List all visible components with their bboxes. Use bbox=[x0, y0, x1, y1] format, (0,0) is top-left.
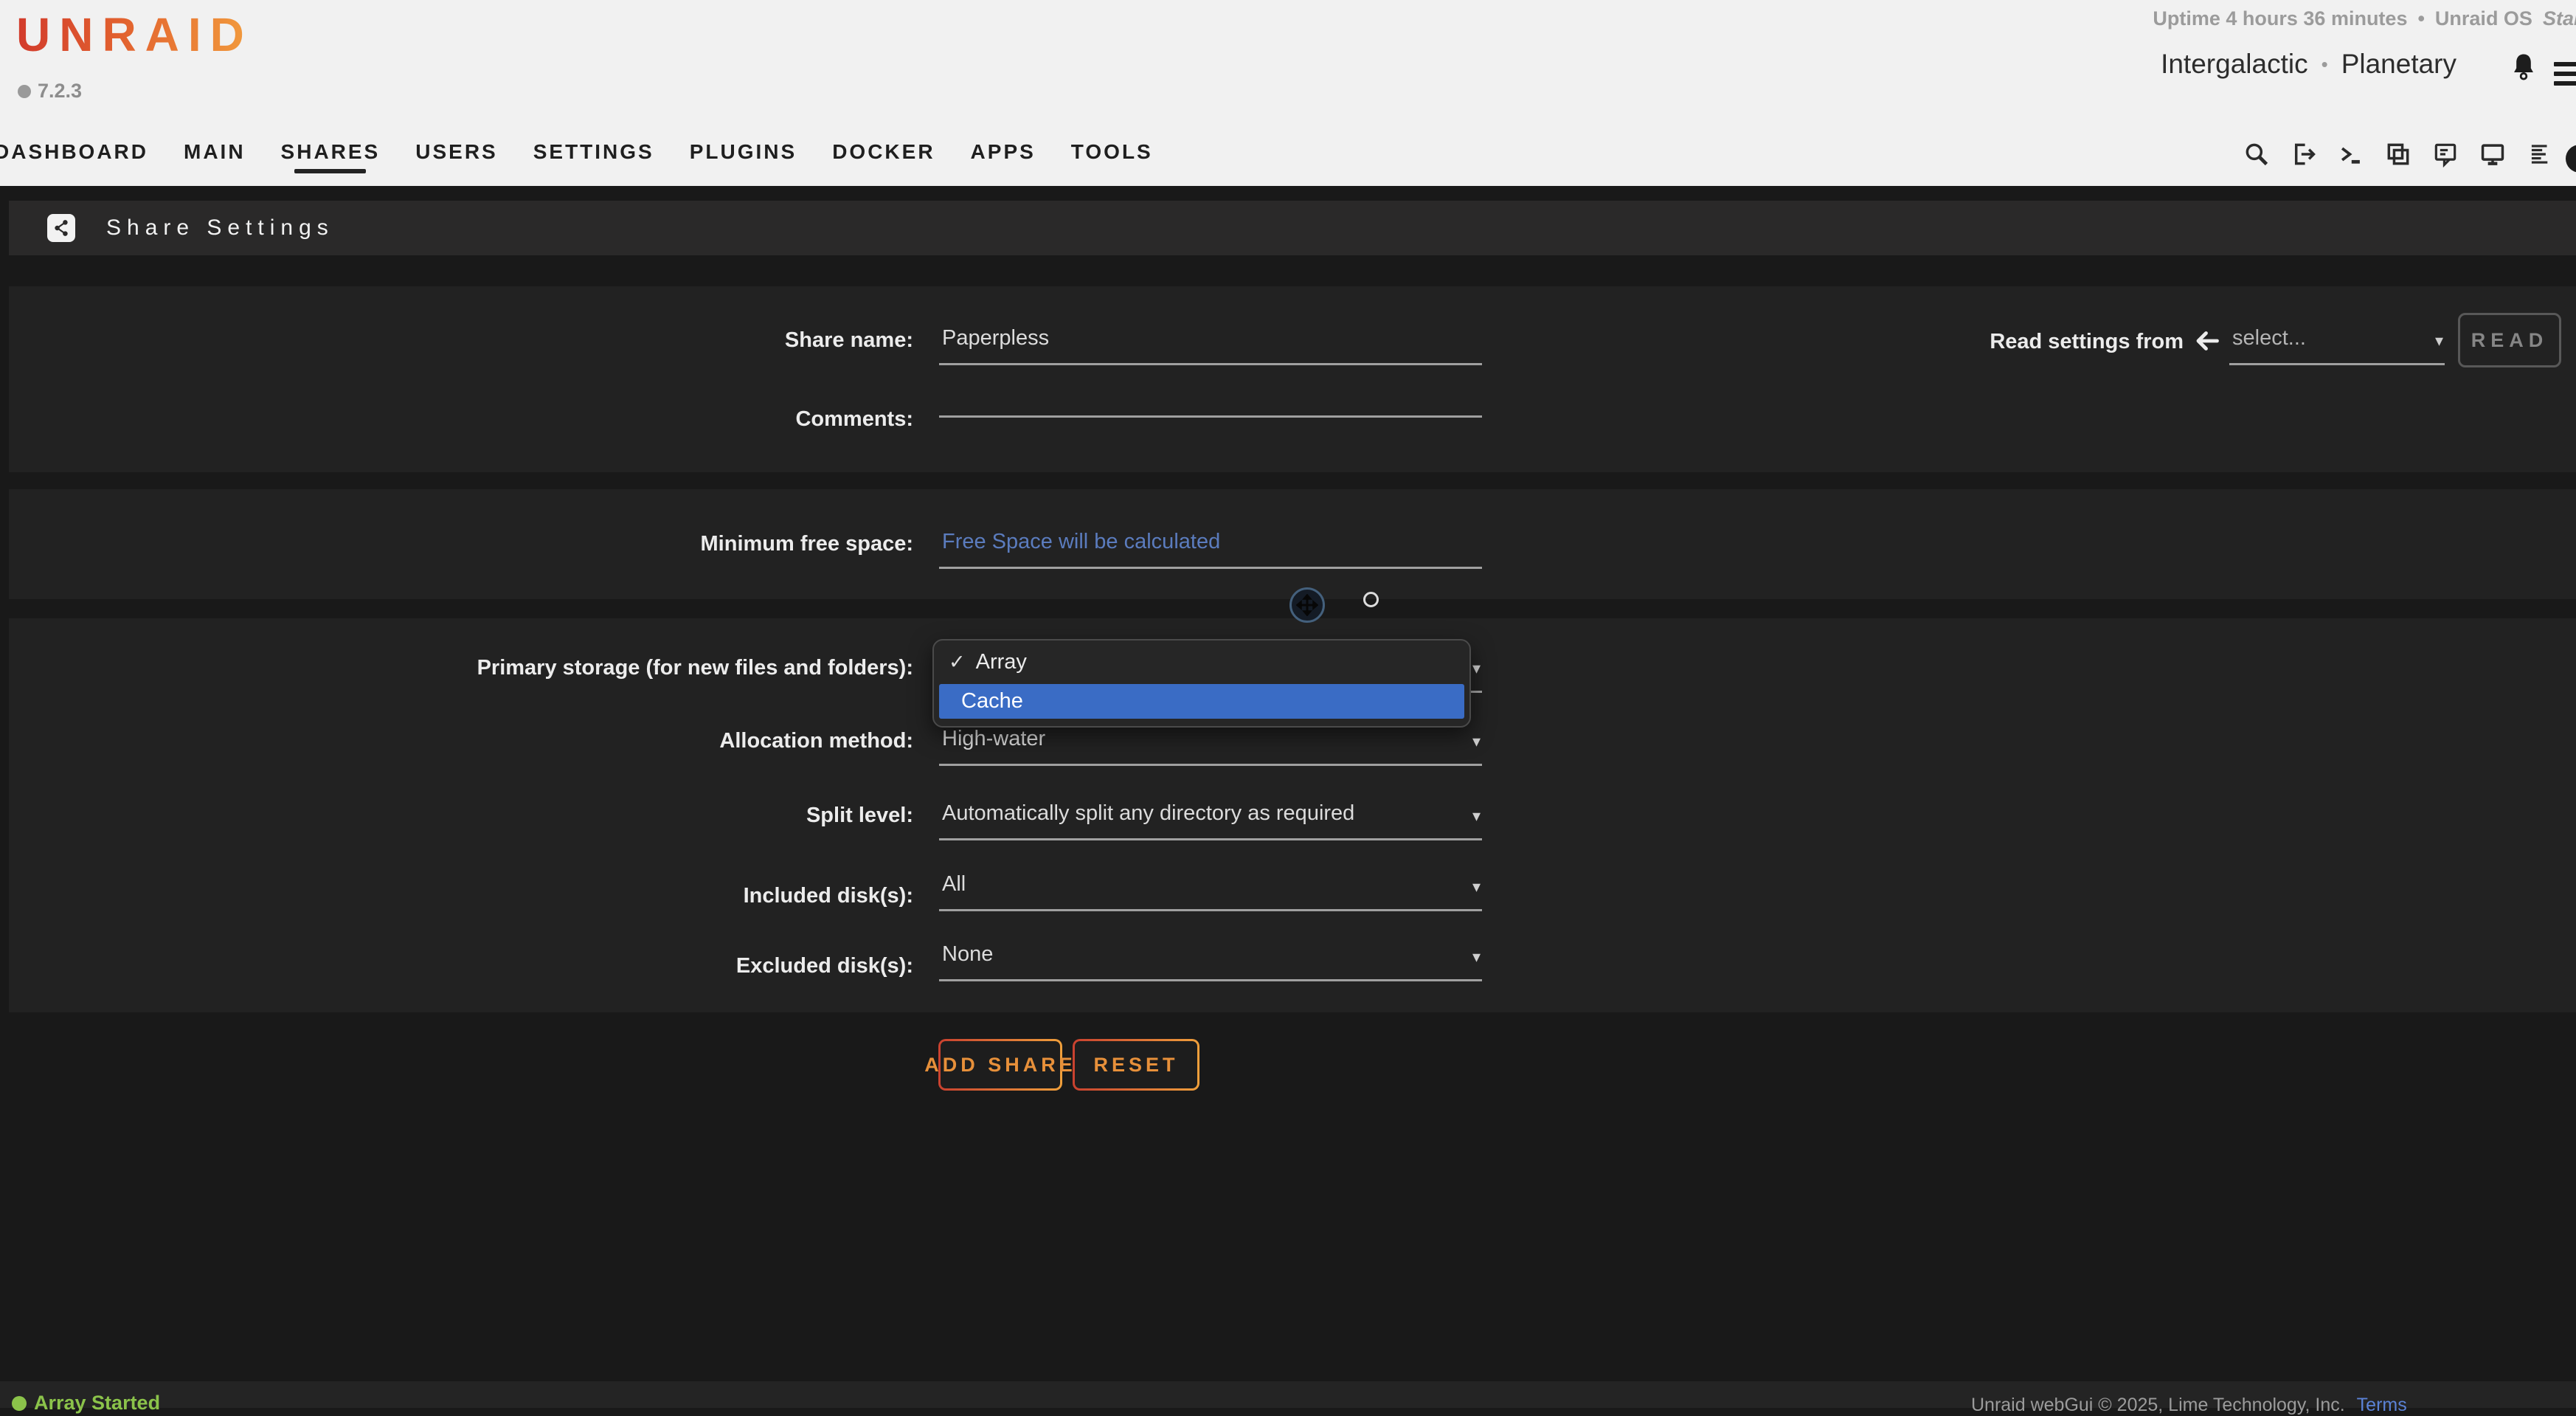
check-icon: ✓ bbox=[949, 651, 966, 674]
circle-cursor-icon bbox=[1363, 592, 1379, 607]
chevron-down-icon: ▾ bbox=[1472, 728, 1481, 755]
chevron-down-icon: ▾ bbox=[1472, 944, 1481, 970]
array-status: Array Started bbox=[12, 1392, 160, 1415]
server-name: Intergalactic bbox=[2161, 49, 2308, 80]
add-share-button[interactable]: ADD SHARE bbox=[938, 1039, 1062, 1091]
comments-label: Comments: bbox=[295, 406, 913, 432]
server-description: Planetary bbox=[2341, 49, 2456, 80]
os-name: Unraid OS bbox=[2435, 7, 2532, 30]
nav-item-dashboard[interactable]: DASHBOARD bbox=[0, 140, 148, 173]
nav-item-users[interactable]: USERS bbox=[415, 140, 497, 173]
split-level-select[interactable]: Automatically split any directory as req… bbox=[939, 800, 1482, 840]
unraid-logo: UNRAID bbox=[16, 7, 253, 62]
nav-item-apps[interactable]: APPS bbox=[971, 140, 1036, 173]
chevron-down-icon: ▾ bbox=[2435, 328, 2443, 354]
server-identity: Intergalactic • Planetary bbox=[2161, 49, 2456, 80]
nav-item-plugins[interactable]: PLUGINS bbox=[690, 140, 797, 173]
share-name-label: Share name: bbox=[295, 327, 913, 353]
status-dot-icon bbox=[12, 1396, 27, 1411]
os-edition: Starter bbox=[2543, 7, 2576, 30]
included-disks-select[interactable]: All ▾ bbox=[939, 871, 1482, 911]
dot-separator: • bbox=[2417, 7, 2424, 30]
copy-icon[interactable] bbox=[2384, 140, 2412, 168]
search-icon[interactable] bbox=[2243, 140, 2271, 168]
bell-icon[interactable] bbox=[2508, 52, 2539, 83]
dropdown-option-array[interactable]: ✓ Array bbox=[934, 640, 1469, 683]
nav-item-shares[interactable]: SHARES bbox=[281, 140, 381, 173]
monitor-icon[interactable] bbox=[2479, 140, 2507, 168]
read-button[interactable]: READ bbox=[2458, 313, 2561, 367]
menu-icon[interactable] bbox=[2554, 62, 2576, 91]
share-icon bbox=[47, 214, 75, 242]
feedback-icon[interactable] bbox=[2431, 140, 2459, 168]
allocation-method-select[interactable]: High-water ▾ bbox=[939, 725, 1482, 766]
split-level-label: Split level: bbox=[295, 802, 913, 829]
nav-item-tools[interactable]: TOOLS bbox=[1071, 140, 1153, 173]
share-name-input[interactable]: Paperpless bbox=[939, 325, 1482, 365]
page-title-bar: Share Settings bbox=[9, 201, 2576, 255]
version-number: 7.2.3 bbox=[38, 80, 82, 103]
main-nav: DASHBOARD MAIN SHARES USERS SETTINGS PLU… bbox=[0, 140, 1153, 173]
terminal-icon[interactable] bbox=[2337, 140, 2365, 168]
nav-item-docker[interactable]: DOCKER bbox=[832, 140, 935, 173]
header: UNRAID 7.2.3 Uptime 4 hours 36 minutes •… bbox=[0, 0, 2576, 186]
excluded-disks-select[interactable]: None ▾ bbox=[939, 941, 1482, 981]
included-disks-label: Included disk(s): bbox=[295, 883, 913, 909]
chevron-down-icon: ▾ bbox=[1472, 874, 1481, 900]
excluded-disks-label: Excluded disk(s): bbox=[295, 953, 913, 979]
dropdown-option-cache[interactable]: Cache bbox=[939, 684, 1464, 719]
footer-copyright: Unraid webGui © 2025, Lime Technology, I… bbox=[1971, 1395, 2407, 1416]
chevron-down-icon: ▾ bbox=[1472, 655, 1481, 682]
nav-item-settings[interactable]: SETTINGS bbox=[533, 140, 654, 173]
allocation-method-label: Allocation method: bbox=[295, 728, 913, 754]
footer: Array Started Unraid webGui © 2025, Lime… bbox=[0, 1381, 2576, 1408]
arrow-left-icon bbox=[2194, 328, 2220, 354]
min-free-space-input[interactable]: Free Space will be calculated bbox=[939, 528, 1482, 569]
read-settings-select[interactable]: select... ▾ bbox=[2229, 325, 2445, 365]
comments-input[interactable] bbox=[939, 404, 1482, 418]
version-dot-icon bbox=[18, 85, 31, 98]
theme-icon[interactable] bbox=[2566, 145, 2576, 173]
uptime-status: Uptime 4 hours 36 minutes • Unraid OS St… bbox=[2153, 7, 2576, 30]
page-title: Share Settings bbox=[106, 215, 334, 241]
panel-share-identity bbox=[9, 286, 2576, 472]
move-cursor-icon bbox=[1289, 587, 1325, 623]
min-free-space-label: Minimum free space: bbox=[295, 531, 913, 557]
chevron-down-icon: ▾ bbox=[1472, 803, 1481, 829]
read-settings-label: Read settings from bbox=[1888, 330, 2184, 354]
dot-separator: • bbox=[2321, 53, 2328, 76]
nav-item-main[interactable]: MAIN bbox=[184, 140, 246, 173]
nav-utility-icons bbox=[2243, 140, 2554, 168]
reset-button[interactable]: RESET bbox=[1073, 1039, 1199, 1091]
log-icon[interactable] bbox=[2526, 140, 2554, 168]
primary-storage-label: Primary storage (for new files and folde… bbox=[295, 655, 913, 681]
primary-storage-dropdown: ✓ Array Cache bbox=[932, 639, 1471, 728]
version-badge: 7.2.3 bbox=[18, 80, 82, 103]
uptime-text: Uptime 4 hours 36 minutes bbox=[2153, 7, 2407, 30]
terms-link[interactable]: Terms bbox=[2357, 1395, 2407, 1416]
logout-icon[interactable] bbox=[2290, 140, 2318, 168]
